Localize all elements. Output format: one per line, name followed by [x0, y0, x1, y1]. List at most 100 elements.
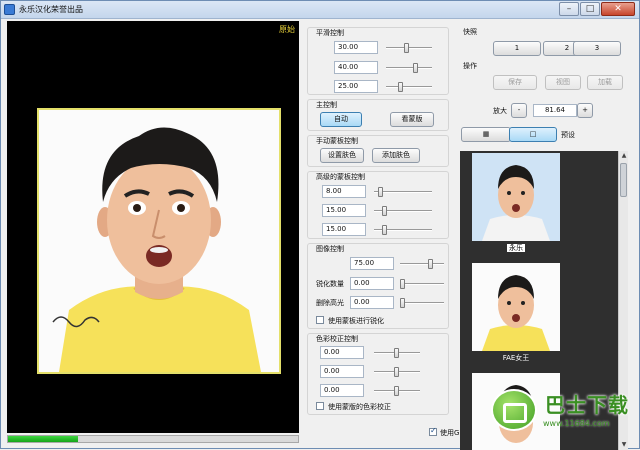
- slider-thumb[interactable]: [398, 82, 403, 92]
- scrollbar-thumb[interactable]: [620, 163, 627, 197]
- scroll-up-icon[interactable]: ▲: [619, 151, 628, 161]
- preset-thumbnail-image: [472, 263, 560, 351]
- presets-label: 预设: [561, 131, 575, 139]
- set-skin-button[interactable]: 设置肤色: [320, 148, 364, 163]
- title-bar[interactable]: 永乐汉化荣誉出品 – □ ✕: [1, 1, 639, 19]
- smooth-slider-1[interactable]: [386, 43, 432, 53]
- remove-highlight-slider[interactable]: [400, 298, 444, 308]
- smooth-control-title: 平滑控制: [314, 28, 346, 38]
- original-toggle-label[interactable]: 原始: [279, 24, 295, 35]
- site-watermark: 巴士下载 www.11684.com: [491, 387, 639, 445]
- preset-item[interactable]: 永乐: [472, 153, 560, 253]
- watermark-title: 巴士下载: [545, 393, 629, 417]
- snapshot-button-1[interactable]: 1: [493, 41, 541, 56]
- slider-thumb[interactable]: [394, 367, 399, 377]
- sharpen-slider[interactable]: [400, 279, 444, 289]
- slider-thumb[interactable]: [400, 279, 405, 289]
- slider-thumb[interactable]: [404, 43, 409, 53]
- sharpen-value[interactable]: 0.00: [350, 277, 394, 290]
- remove-highlight-value[interactable]: 0.00: [350, 296, 394, 309]
- master-control-group: 主控制 自动 看蒙版: [307, 99, 449, 131]
- progress-bar: [7, 435, 299, 443]
- zoom-label: 放大: [493, 107, 507, 115]
- progress-fill: [8, 436, 78, 442]
- snapshot-title: 快照: [463, 28, 477, 36]
- window-controls: – □ ✕: [559, 2, 635, 16]
- image-control-title: 图像控制: [314, 244, 346, 254]
- color-slider-3[interactable]: [374, 386, 420, 396]
- portrait-photo: [37, 108, 281, 374]
- slider-thumb[interactable]: [378, 187, 383, 197]
- image-viewport[interactable]: 原始: [7, 21, 299, 433]
- load-button[interactable]: 加载: [587, 75, 623, 90]
- image-main-slider[interactable]: [400, 259, 444, 269]
- window-title: 永乐汉化荣誉出品: [19, 5, 83, 14]
- maximize-button[interactable]: □: [580, 2, 600, 16]
- zoom-out-button[interactable]: -: [511, 103, 527, 118]
- right-panel: 快照 1 2 3 操作 保存 视图 加载 放大 - 81.64 + ▦ □ 预设: [457, 21, 633, 450]
- color-value-2[interactable]: 0.00: [320, 365, 364, 378]
- snapshot-button-3[interactable]: 3: [573, 41, 621, 56]
- image-main-value[interactable]: 75.00: [350, 257, 394, 270]
- auto-button[interactable]: 自动: [320, 112, 362, 127]
- zoom-in-button[interactable]: +: [577, 103, 593, 118]
- view-button[interactable]: 视图: [545, 75, 581, 90]
- save-button[interactable]: 保存: [493, 75, 537, 90]
- gpu-checkbox[interactable]: [429, 426, 437, 436]
- app-window: 永乐汉化荣誉出品 – □ ✕ 原始 平滑控制 30.00 40.00 25.00…: [0, 0, 640, 450]
- color-slider-2[interactable]: [374, 367, 420, 377]
- slider-thumb[interactable]: [394, 386, 399, 396]
- smooth-value-1[interactable]: 30.00: [334, 41, 378, 54]
- slider-thumb[interactable]: [413, 63, 418, 73]
- smooth-slider-2[interactable]: [386, 63, 432, 73]
- mask-sharpen-label[interactable]: 使用蒙板进行锐化: [328, 316, 384, 326]
- close-button[interactable]: ✕: [601, 2, 635, 16]
- smooth-slider-3[interactable]: [386, 82, 432, 92]
- color-correction-group: 色彩校正控制 0.00 0.00 0.00 使用蒙版的色彩校正: [307, 333, 449, 415]
- color-slider-1[interactable]: [374, 348, 420, 358]
- slider-thumb[interactable]: [400, 298, 405, 308]
- mask-sharpen-checkbox[interactable]: [316, 316, 324, 324]
- app-icon: [4, 4, 15, 15]
- slider-thumb[interactable]: [428, 259, 433, 269]
- mask-color-checkbox[interactable]: [316, 402, 324, 410]
- preset-item[interactable]: FAE女王: [472, 263, 560, 363]
- advanced-mask-title: 高级的蒙板控制: [314, 172, 367, 182]
- smooth-control-group: 平滑控制 30.00 40.00 25.00: [307, 27, 449, 95]
- color-value-3[interactable]: 0.00: [320, 384, 364, 397]
- slider-thumb[interactable]: [382, 225, 387, 235]
- watermark-logo-icon: [491, 389, 537, 431]
- color-correction-title: 色彩校正控制: [314, 334, 360, 344]
- slider-thumb[interactable]: [382, 206, 387, 216]
- grid-view-button[interactable]: ▦: [461, 127, 511, 142]
- smooth-value-2[interactable]: 40.00: [334, 61, 378, 74]
- view-mask-button[interactable]: 看蒙版: [390, 112, 434, 127]
- controls-panel: 平滑控制 30.00 40.00 25.00 主控制 自动 看蒙版 手动蒙板控制…: [305, 21, 453, 426]
- master-control-title: 主控制: [314, 100, 339, 110]
- advanced-slider-1[interactable]: [374, 187, 432, 197]
- sharpen-label: 锐化数量: [316, 280, 344, 288]
- color-value-1[interactable]: 0.00: [320, 346, 364, 359]
- preset-caption: 永乐: [507, 244, 525, 252]
- advanced-value-1[interactable]: 8.00: [322, 185, 366, 198]
- manual-mask-group: 手动蒙板控制 设置肤色 添加肤色: [307, 135, 449, 167]
- advanced-slider-2[interactable]: [374, 206, 432, 216]
- mask-color-label[interactable]: 使用蒙版的色彩校正: [328, 402, 391, 412]
- add-skin-button[interactable]: 添加肤色: [372, 148, 420, 163]
- zoom-value[interactable]: 81.64: [533, 104, 577, 117]
- watermark-url: www.11684.com: [543, 419, 610, 428]
- manual-mask-title: 手动蒙板控制: [314, 136, 360, 146]
- smooth-value-3[interactable]: 25.00: [334, 80, 378, 93]
- image-control-group: 图像控制 75.00 锐化数量 0.00 删除高光 0.00 使用蒙板进行锐化: [307, 243, 449, 329]
- remove-highlight-label: 删除高光: [316, 299, 344, 307]
- preset-caption: FAE女王: [502, 354, 530, 362]
- advanced-slider-3[interactable]: [374, 225, 432, 235]
- advanced-value-2[interactable]: 15.00: [322, 204, 366, 217]
- slider-thumb[interactable]: [394, 348, 399, 358]
- advanced-value-3[interactable]: 15.00: [322, 223, 366, 236]
- minimize-button[interactable]: –: [559, 2, 579, 16]
- operations-title: 操作: [463, 62, 477, 70]
- single-view-button[interactable]: □: [509, 127, 557, 142]
- preset-thumbnail-image: [472, 153, 560, 241]
- advanced-mask-group: 高级的蒙板控制 8.00 15.00 15.00: [307, 171, 449, 239]
